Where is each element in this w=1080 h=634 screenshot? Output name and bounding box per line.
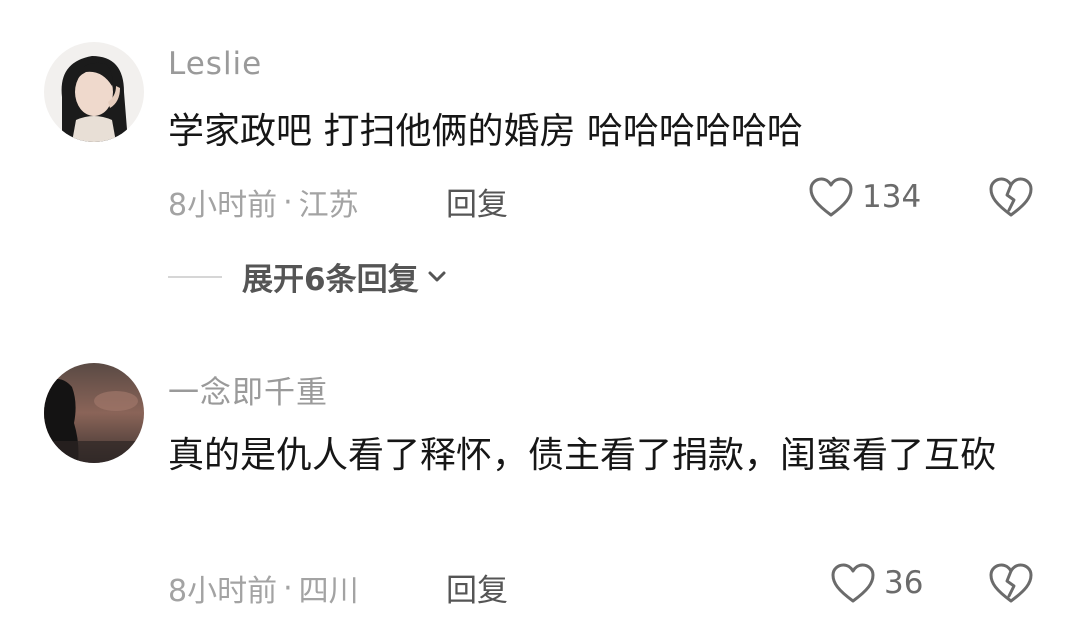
dislike-button[interactable]: [988, 562, 1034, 608]
like-count: 36: [884, 565, 924, 601]
comment-username[interactable]: 一念即千重: [168, 367, 328, 412]
broken-heart-icon: [989, 563, 1033, 603]
comment-location: 四川: [298, 574, 359, 609]
comment-time: 8小时前: [168, 188, 278, 223]
reply-button[interactable]: 回复: [446, 179, 508, 224]
chevron-down-icon: [428, 271, 446, 281]
avatar-image: [44, 363, 144, 463]
meta-separator: ·: [283, 570, 293, 606]
like-button[interactable]: 134: [808, 176, 921, 218]
expand-divider: [168, 275, 222, 278]
like-button[interactable]: 36: [830, 562, 923, 604]
comment-content: 学家政吧 打扫他俩的婚房 哈哈哈哈哈哈: [168, 111, 803, 152]
reply-button[interactable]: 回复: [446, 565, 508, 610]
comment-meta: 8小时前 · 江苏: [168, 180, 359, 224]
heart-outline-icon: [809, 177, 853, 217]
expand-replies[interactable]: 展开6条回复: [168, 254, 447, 299]
comment-content: 真的是仇人看了释怀，债主看了捐款，闺蜜看了互砍: [168, 435, 997, 476]
comment-username[interactable]: Leslie: [168, 46, 262, 82]
avatar-image: [44, 42, 144, 142]
heart-outline-icon: [831, 563, 875, 603]
dislike-button[interactable]: [988, 176, 1034, 222]
comment-location: 江苏: [298, 188, 359, 223]
expand-replies-label: 展开6条回复: [242, 262, 419, 298]
like-count: 134: [862, 179, 922, 215]
comment-time: 8小时前: [168, 574, 278, 609]
comment-meta: 8小时前 · 四川: [168, 566, 359, 610]
avatar[interactable]: [44, 42, 144, 142]
avatar[interactable]: [44, 363, 144, 463]
broken-heart-icon: [989, 177, 1033, 217]
meta-separator: ·: [283, 184, 293, 220]
